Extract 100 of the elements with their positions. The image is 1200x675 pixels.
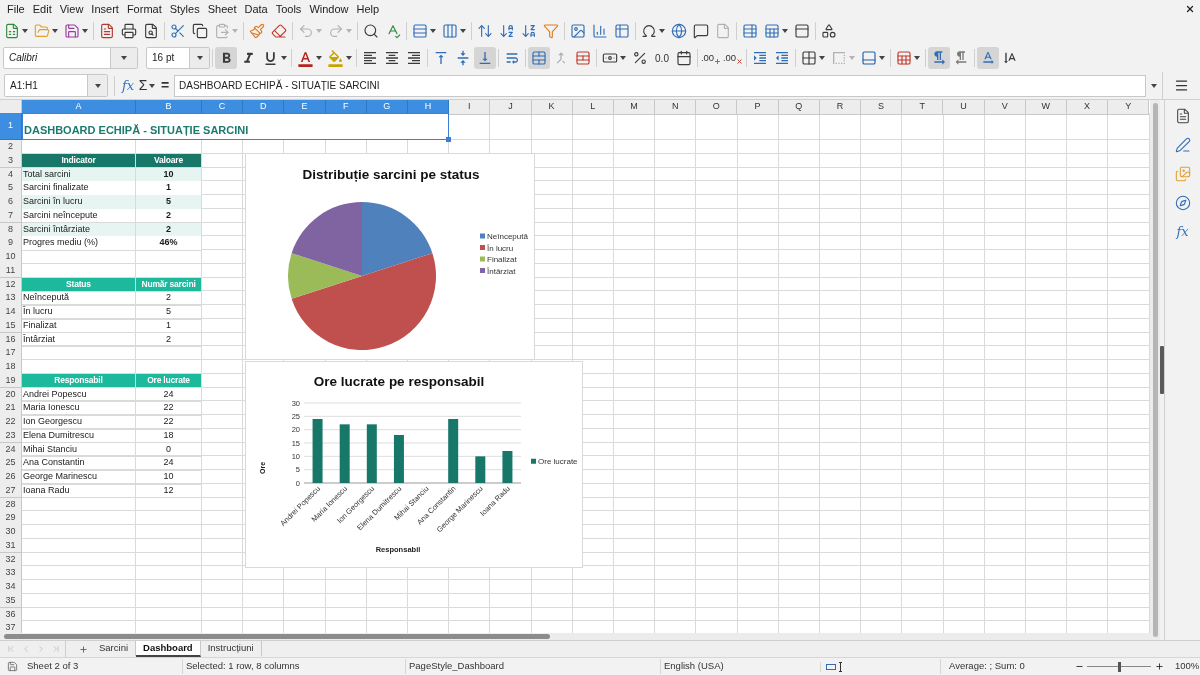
slider-thumb[interactable] (1117, 661, 1121, 672)
row-header[interactable]: 5 (0, 181, 22, 196)
plus-icon (1154, 662, 1164, 671)
fill-handle[interactable] (446, 137, 451, 142)
menu-item[interactable]: File (3, 0, 29, 18)
menu-item[interactable]: Sheet (203, 0, 241, 18)
column-header[interactable]: O (696, 100, 738, 115)
row-header[interactable]: 29 (0, 511, 22, 526)
menu-item[interactable]: Help (352, 0, 384, 18)
caret-icon (659, 29, 665, 33)
align-top-icon (433, 50, 449, 66)
column-header[interactable]: I (449, 100, 491, 115)
menu-item[interactable]: Window (305, 0, 353, 18)
delete-decimal-button[interactable]: .00 (722, 47, 744, 69)
column-header[interactable]: R (819, 100, 861, 115)
column-header[interactable]: M (613, 100, 656, 115)
function-wizard-button[interactable]: fx (119, 74, 137, 97)
row-header[interactable]: 10 (0, 250, 22, 265)
menu-item[interactable]: View (55, 0, 88, 18)
row-header[interactable]: 33 (0, 566, 22, 581)
column-header[interactable]: X (1066, 100, 1109, 115)
column-header[interactable]: N (655, 100, 697, 115)
column-header[interactable]: T (902, 100, 944, 115)
functions-button[interactable]: fx (1171, 222, 1194, 242)
menu-item[interactable]: Format (122, 0, 166, 18)
column-header[interactable]: P (737, 100, 779, 115)
row-header[interactable]: 13 (0, 291, 22, 306)
add-decimal-button[interactable]: .00 (700, 47, 722, 69)
table-cell: 10 (136, 470, 202, 485)
scrollbar-thumb[interactable] (4, 634, 550, 639)
percent-icon (632, 50, 648, 66)
row-header[interactable]: 21 (0, 401, 22, 416)
menu-item[interactable]: Tools (271, 0, 306, 18)
menu-item[interactable]: Styles (165, 0, 204, 18)
table-cell: 22 (136, 415, 202, 430)
pen-icon (1174, 137, 1191, 153)
row-header[interactable]: 14 (0, 305, 22, 320)
table-cell: Andrei Popescu (22, 387, 136, 402)
zoom-in-button[interactable] (1154, 660, 1164, 673)
table-cell: DASHBOARD ECHIPĂ - SITUAȚIE SARCINI (22, 113, 450, 140)
folder-icon (34, 23, 50, 39)
text-horizontal-button[interactable] (977, 47, 999, 69)
standard-format-button[interactable]: 0.0 (651, 47, 673, 69)
font-name-field[interactable]: Calibri (3, 47, 138, 69)
formula-button[interactable]: = (157, 74, 173, 97)
row-header[interactable]: 18 (0, 360, 22, 375)
row-header[interactable]: 6 (0, 195, 22, 210)
column-header[interactable]: Q (778, 100, 820, 115)
vertical-text-icon (1002, 50, 1018, 66)
row-header[interactable]: 30 (0, 525, 22, 540)
table-columns-icon (442, 23, 458, 39)
sum-button[interactable]: Σ (137, 74, 157, 97)
column-header[interactable]: S (861, 100, 903, 115)
legend-label: Neîncepută (487, 232, 528, 241)
splitter-handle[interactable] (1160, 346, 1164, 394)
table-cell: Maria Ionescu (22, 401, 136, 416)
formula-input[interactable]: DASHBOARD ECHIPĂ - SITUAȚIE SARCINI (174, 74, 1146, 97)
menu-item[interactable]: Edit (28, 0, 56, 18)
align-bottom-button[interactable] (474, 47, 496, 69)
zoom-slider[interactable] (1087, 661, 1151, 672)
column-header[interactable]: U (943, 100, 985, 115)
left-to-right-button[interactable] (928, 47, 950, 69)
funnel-icon (543, 23, 559, 39)
column-header[interactable]: Y (1108, 100, 1150, 115)
table-cell: În lucru (22, 305, 136, 320)
sheet-tab[interactable]: Dashboard (136, 641, 201, 657)
row-header[interactable]: 34 (0, 580, 22, 595)
indent-icon (752, 50, 768, 66)
column-header[interactable]: J (490, 100, 532, 115)
caret-icon (914, 56, 920, 60)
select-all-corner[interactable] (0, 100, 22, 115)
row-header[interactable]: 37 (0, 621, 22, 633)
row-header[interactable]: 2 (0, 140, 22, 155)
row-header[interactable]: 17 (0, 346, 22, 361)
column-header[interactable]: K (531, 100, 573, 115)
line-style-icon (831, 50, 847, 66)
row-header[interactable]: 25 (0, 456, 22, 471)
merge-center-button[interactable] (528, 47, 550, 69)
row-header[interactable]: 22 (0, 415, 22, 430)
font-size-field[interactable]: 16 pt (146, 47, 210, 69)
table-cell: 24 (136, 456, 202, 471)
column-header[interactable]: L (572, 100, 614, 115)
row-header[interactable]: 9 (0, 236, 22, 251)
dropdown-button[interactable] (189, 48, 209, 68)
wrap-text-icon (504, 50, 520, 66)
zoom-percentage[interactable]: 100% (1175, 659, 1200, 674)
menu-item[interactable]: Insert (87, 0, 123, 18)
caret-icon (345, 56, 352, 60)
name-box[interactable]: A1:H1 (4, 74, 108, 97)
caret-icon (1151, 83, 1157, 88)
horizontal-scrollbar[interactable] (0, 633, 1150, 640)
menu-item[interactable]: Data (240, 0, 272, 18)
bold-button[interactable] (215, 47, 237, 69)
dropdown-button[interactable] (110, 48, 137, 68)
column-header[interactable]: W (1025, 100, 1067, 115)
column-header[interactable]: V (984, 100, 1026, 115)
table-cell: Sarcini finalizate (22, 181, 136, 196)
row-header[interactable]: 26 (0, 470, 22, 485)
chevron-right-icon (36, 644, 46, 654)
dropdown-button[interactable] (87, 75, 107, 96)
